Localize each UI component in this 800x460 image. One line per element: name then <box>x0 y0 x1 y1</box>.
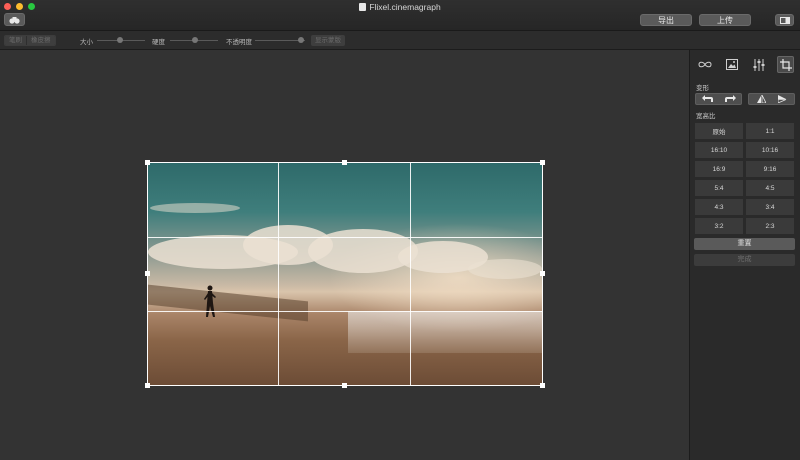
tab-crop[interactable] <box>777 56 794 73</box>
crop-handle-bottom-right[interactable] <box>540 383 545 388</box>
flip-vertical-icon[interactable] <box>756 95 766 103</box>
opacity-slider-knob[interactable] <box>298 37 304 43</box>
document-icon <box>359 3 367 11</box>
rotate-buttons <box>695 93 742 105</box>
crop-frame[interactable] <box>147 162 543 386</box>
reset-button[interactable]: 重置 <box>694 238 795 250</box>
app-window: Flixel.cinemagraph 导出 上传 笔刷 橡皮擦 大小 硬度 不透… <box>0 0 800 460</box>
crop-handle-top-right[interactable] <box>540 160 545 165</box>
binoculars-icon <box>9 16 20 24</box>
infinity-icon <box>697 61 712 68</box>
tab-adjust[interactable] <box>750 56 767 73</box>
ratio-16-9[interactable]: 16:9 <box>694 160 744 178</box>
editor-canvas[interactable] <box>0 50 689 460</box>
ratio-9-16[interactable]: 9:16 <box>745 160 795 178</box>
app-logo-button[interactable] <box>4 13 25 26</box>
crop-handle-top[interactable] <box>342 160 347 165</box>
title-bar: Flixel.cinemagraph 导出 上传 <box>0 0 800 31</box>
hardness-label: 硬度 <box>152 39 165 46</box>
ratio-3-2[interactable]: 3:2 <box>694 217 744 235</box>
export-button[interactable]: 导出 <box>640 14 692 26</box>
done-button[interactable]: 完成 <box>694 254 795 266</box>
transform-title: 变形 <box>696 85 709 92</box>
toggle-panel-button[interactable] <box>775 14 794 26</box>
size-slider-knob[interactable] <box>117 37 123 43</box>
ratio-2-3[interactable]: 2:3 <box>745 217 795 235</box>
ratio-4-5[interactable]: 4:5 <box>745 179 795 197</box>
show-mask-button[interactable]: 显示蒙版 <box>311 35 345 46</box>
brush-mode-option[interactable]: 笔刷 <box>5 36 26 45</box>
crop-handle-left[interactable] <box>145 271 150 276</box>
ratio-5-4[interactable]: 5:4 <box>694 179 744 197</box>
aspect-ratio-title: 宽高比 <box>696 113 716 120</box>
ratio-original[interactable]: 原始 <box>694 122 744 140</box>
image-icon <box>725 59 738 70</box>
tab-image[interactable] <box>723 56 740 73</box>
brush-toolbar: 笔刷 橡皮擦 大小 硬度 不透明度 显示蒙版 <box>0 31 800 50</box>
flip-buttons <box>748 93 795 105</box>
share-button[interactable]: 上传 <box>699 14 751 26</box>
panel-tabs <box>690 52 800 76</box>
ratio-4-3[interactable]: 4:3 <box>694 198 744 216</box>
hardness-slider-knob[interactable] <box>192 37 198 43</box>
eraser-mode-option[interactable]: 橡皮擦 <box>26 36 55 45</box>
ratio-10-16[interactable]: 10:16 <box>745 141 795 159</box>
ratio-16-10[interactable]: 16:10 <box>694 141 744 159</box>
crop-handle-right[interactable] <box>540 271 545 276</box>
crop-icon <box>779 58 792 71</box>
hardness-slider[interactable] <box>170 37 218 43</box>
window-title-text: Flixel.cinemagraph <box>369 2 441 12</box>
sliders-icon <box>753 58 764 71</box>
crop-handle-top-left[interactable] <box>145 160 150 165</box>
ratio-3-4[interactable]: 3:4 <box>745 198 795 216</box>
sidebar-toggle-icon <box>779 16 790 24</box>
flip-horizontal-icon[interactable] <box>777 95 787 103</box>
rotate-left-icon[interactable] <box>701 95 714 103</box>
rotate-right-icon[interactable] <box>724 95 736 103</box>
window-title: Flixel.cinemagraph <box>0 2 800 12</box>
crop-handle-bottom[interactable] <box>342 383 347 388</box>
opacity-slider[interactable] <box>255 37 305 43</box>
brush-mode-segment[interactable]: 笔刷 橡皮擦 <box>4 35 56 46</box>
opacity-label: 不透明度 <box>226 39 252 46</box>
size-label: 大小 <box>80 39 93 46</box>
ratio-1-1[interactable]: 1:1 <box>745 122 795 140</box>
crop-handle-bottom-left[interactable] <box>145 383 150 388</box>
tab-loop[interactable] <box>696 56 713 73</box>
size-slider[interactable] <box>97 37 145 43</box>
